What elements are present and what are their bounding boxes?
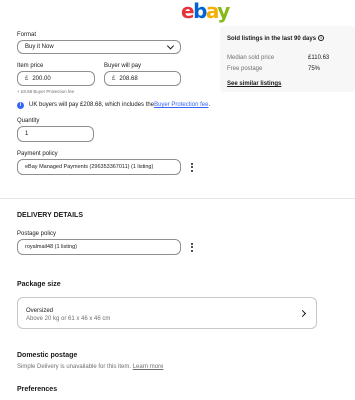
item-price-input[interactable]: £ 200.00 — [17, 71, 95, 86]
free-postage-row: Free postage 75% — [227, 65, 348, 73]
payment-policy-value: eBay Managed Payments (296353367011) (1 … — [25, 164, 154, 170]
median-price-label: Median sold price — [227, 55, 275, 61]
ebay-logo[interactable]: ebay — [181, 0, 230, 23]
buyer-pays-label: Buyer will pay — [104, 63, 142, 69]
median-price-row: Median sold price £110.63 — [227, 54, 348, 62]
protection-fee-note: + £8.68 Buyer Protection fee — [17, 89, 75, 94]
preferences-heading: Preferences — [17, 386, 58, 393]
delivery-details-heading: DELIVERY DETAILS — [17, 212, 83, 219]
buyer-protection-info: i UK buyers will pay £208.68, which incl… — [17, 101, 210, 109]
item-price-label: Item price — [17, 63, 44, 69]
package-title: Oversized — [26, 308, 54, 314]
chevron-right-icon — [298, 309, 307, 318]
section-divider — [0, 198, 355, 199]
postage-policy-label: Postage policy — [17, 231, 57, 237]
see-similar-row: See similar listings — [227, 80, 348, 88]
buyer-protection-fee-link[interactable]: Buyer Protection fee — [154, 101, 208, 109]
info-icon: i — [17, 101, 24, 109]
buyer-pays-input[interactable]: £ 208.68 — [104, 71, 181, 86]
postage-policy-select[interactable]: royalmail48 (1 listing) — [17, 239, 181, 255]
median-price-value: £110.63 — [308, 55, 330, 61]
free-postage-label: Free postage — [227, 66, 263, 72]
format-label: Format — [17, 32, 37, 38]
see-similar-listings-link[interactable]: See similar listings — [227, 81, 281, 87]
chevron-down-icon — [166, 42, 175, 50]
item-price-currency: £ — [25, 75, 29, 82]
format-value: Buy it Now — [25, 44, 54, 50]
quantity-input[interactable]: 1 — [17, 126, 94, 142]
learn-more-link[interactable]: Learn more — [133, 364, 164, 370]
package-size-option[interactable]: Oversized Above 20 kg or 61 x 46 x 46 cm — [17, 297, 317, 329]
package-description: Above 20 kg or 61 x 46 x 46 cm — [26, 316, 111, 322]
payment-policy-label: Payment policy — [17, 151, 58, 157]
logo-letter-y: y — [217, 0, 230, 23]
sold-listings-title: Sold listings in the last 90 days i — [227, 35, 325, 43]
package-size-heading: Package size — [17, 281, 61, 288]
info-icon[interactable]: i — [318, 35, 325, 42]
free-postage-value: 75% — [308, 66, 321, 72]
info-text: UK buyers will pay £208.68, which includ… — [29, 102, 155, 108]
payment-policy-more-icon[interactable] — [186, 160, 198, 174]
payment-policy-select[interactable]: eBay Managed Payments (296353367011) (1 … — [17, 159, 181, 175]
buyer-pays-currency: £ — [112, 75, 116, 82]
buyer-pays-value: 208.68 — [119, 75, 138, 82]
domestic-postage-note: Simple Delivery is unavailable for this … — [17, 363, 163, 371]
sold-listings-title-text: Sold listings in the last 90 days — [227, 36, 317, 42]
logo-letter-b: b — [193, 0, 207, 23]
logo-letter-a: a — [205, 0, 219, 23]
item-price-value: 200.00 — [32, 75, 51, 82]
postage-policy-value: royalmail48 (1 listing) — [25, 244, 77, 250]
quantity-value: 1 — [25, 131, 29, 137]
format-select[interactable]: Buy it Now — [17, 40, 181, 54]
sold-listings-panel: Sold listings in the last 90 days i Media… — [220, 26, 355, 92]
domestic-postage-heading: Domestic postage — [17, 352, 78, 359]
info-text-end: . — [208, 102, 211, 108]
logo-letter-e: e — [181, 0, 195, 23]
postage-policy-more-icon[interactable] — [186, 240, 198, 254]
domestic-postage-text: Simple Delivery is unavailable for this … — [17, 364, 133, 370]
quantity-label: Quantity — [17, 118, 40, 124]
